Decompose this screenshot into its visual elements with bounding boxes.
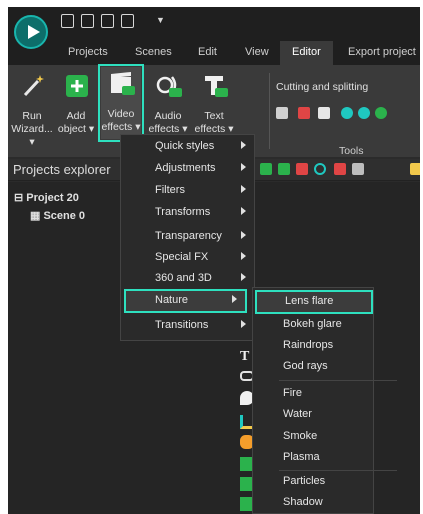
cutting-and-splitting-button[interactable]: Cutting and splitting — [276, 81, 368, 93]
submenu-arrow-icon — [241, 185, 246, 193]
menu-item-label: God rays — [283, 360, 328, 372]
menu-item-plasma[interactable]: Plasma — [253, 446, 375, 470]
tab-scenes[interactable]: Scenes — [135, 46, 172, 58]
redo-icon[interactable] — [352, 163, 364, 175]
tab-editor[interactable]: Editor — [280, 41, 333, 65]
submenu-arrow-icon — [241, 252, 246, 260]
menu-item-label: Bokeh glare — [283, 318, 342, 330]
menu-item-label: Adjustments — [155, 162, 216, 174]
title-bar: ▼ — [8, 7, 420, 41]
menu-item-label: Quick styles — [155, 140, 215, 152]
run-wizard-label: Run Wizard... ▾ — [11, 110, 53, 148]
menu-item-god-rays[interactable]: God rays — [253, 355, 375, 379]
audio-effects-icon — [156, 76, 182, 97]
scene-name: Scene 0 — [43, 210, 86, 222]
open-project-icon[interactable] — [81, 14, 94, 28]
magic-wand-icon — [23, 75, 44, 97]
rotate-right-icon[interactable] — [358, 107, 370, 119]
rotate-left-icon[interactable] — [341, 107, 353, 119]
tools-group-label: Tools — [339, 145, 364, 157]
menu-item-label: Transitions — [155, 319, 209, 331]
menu-separator — [279, 380, 397, 381]
run-wizard-button[interactable]: Run Wizard... ▾ — [11, 69, 53, 148]
more-tools-icon[interactable] — [410, 163, 420, 175]
split-tool-icon[interactable] — [276, 107, 288, 119]
video-effects-icon — [111, 72, 135, 95]
project-name: Project 20 — [26, 192, 79, 204]
undo-icon[interactable] — [334, 163, 346, 175]
tree-item-project[interactable]: ⊟ Project 20 — [14, 191, 79, 204]
menu-item-label: Transparency — [155, 230, 222, 242]
new-project-icon[interactable] — [61, 14, 74, 28]
audio-effects-label: Audio effects ▾ — [148, 110, 188, 135]
quick-access-dropdown-icon[interactable]: ▼ — [156, 15, 165, 25]
menu-item-label: 360 and 3D — [155, 272, 212, 284]
menu-item-label: Smoke — [283, 430, 318, 442]
text-effects-button[interactable]: Text effects ▾ — [194, 69, 234, 141]
tab-export-project[interactable]: Export project — [348, 46, 416, 58]
menu-item-label: Nature — [155, 294, 189, 306]
export-icon[interactable] — [121, 14, 134, 28]
record-icon[interactable] — [314, 163, 326, 175]
menu-item-adjustments[interactable]: Adjustments — [121, 157, 256, 181]
tab-projects[interactable]: Projects — [68, 46, 108, 58]
app-window: ▼ Projects Scenes Edit View Editor Expor… — [8, 7, 420, 514]
menu-item-lens-flare[interactable]: Lens flare — [255, 290, 373, 314]
menu-item-label: Lens flare — [285, 295, 334, 307]
submenu-arrow-icon — [241, 320, 246, 328]
video-effects-button[interactable]: Video effects ▾ — [98, 64, 144, 142]
add-object-icon — [66, 75, 88, 97]
menu-tabs: Projects Scenes Edit View Editor Export … — [8, 41, 420, 65]
menu-item-label: Special FX — [155, 251, 209, 263]
menu-item-shadow[interactable]: Shadow — [253, 491, 375, 514]
trim-tool-icon[interactable] — [298, 107, 310, 119]
submenu-arrow-icon — [241, 141, 246, 149]
menu-item-360-and-3d[interactable]: 360 and 3D — [121, 267, 256, 291]
menu-item-water[interactable]: Water — [253, 403, 375, 427]
text-effects-icon — [205, 76, 228, 97]
menu-item-label: Raindrops — [283, 339, 334, 351]
tree-item-scene[interactable]: ▦ Scene 0 — [30, 209, 85, 222]
submenu-arrow-icon — [232, 295, 237, 303]
tab-edit[interactable]: Edit — [198, 46, 217, 58]
save-project-icon[interactable] — [101, 14, 114, 28]
submenu-arrow-icon — [241, 163, 246, 171]
menu-item-label: Fire — [283, 387, 302, 399]
menu-item-label: Shadow — [283, 496, 323, 508]
crop-tool-icon[interactable] — [318, 107, 330, 119]
delete-scene-icon[interactable] — [296, 163, 308, 175]
copy-scene-icon[interactable] — [278, 163, 290, 175]
menu-item-filters[interactable]: Filters — [121, 179, 256, 203]
ribbon-separator — [269, 73, 270, 149]
menu-item-label: Filters — [155, 184, 185, 196]
app-logo[interactable] — [14, 15, 48, 49]
menu-item-label: Particles — [283, 475, 326, 487]
menu-item-label: Transforms — [155, 206, 211, 218]
menu-item-label: Water — [283, 408, 312, 420]
menu-item-transitions[interactable]: Transitions — [121, 314, 256, 338]
submenu-arrow-icon — [241, 273, 246, 281]
menu-item-quick-styles[interactable]: Quick styles — [121, 135, 256, 159]
add-object-button[interactable]: Add object ▾ — [56, 69, 96, 141]
tab-view[interactable]: View — [245, 46, 269, 58]
menu-item-label: Plasma — [283, 451, 320, 463]
projects-explorer-title: Projects explorer — [13, 162, 111, 177]
text-effects-label: Text effects ▾ — [194, 110, 234, 135]
new-scene-icon[interactable] — [260, 163, 272, 175]
submenu-arrow-icon — [241, 207, 246, 215]
menu-item-transforms[interactable]: Transforms — [121, 201, 256, 225]
speed-tool-icon[interactable] — [375, 107, 387, 119]
video-effects-menu: Quick styles Adjustments Filters Transfo… — [120, 134, 255, 341]
menu-item-nature[interactable]: Nature — [124, 289, 247, 313]
add-object-label: Add object ▾ — [57, 110, 95, 135]
nature-submenu: Lens flare Bokeh glare Raindrops God ray… — [252, 287, 397, 514]
submenu-arrow-icon — [241, 231, 246, 239]
video-effects-label: Video effects ▾ — [101, 108, 141, 133]
audio-effects-button[interactable]: Audio effects ▾ — [148, 69, 188, 141]
